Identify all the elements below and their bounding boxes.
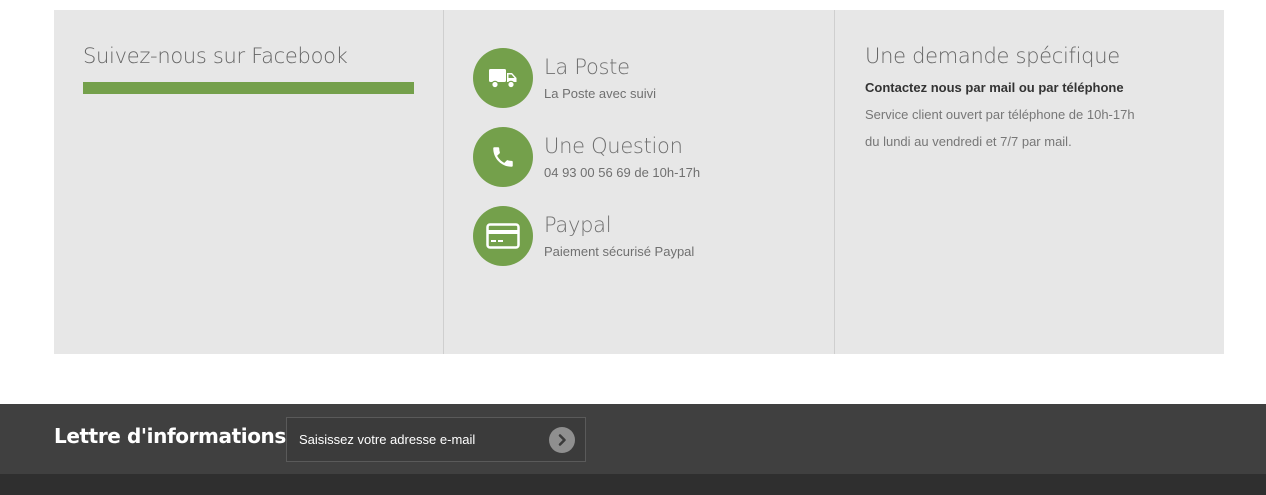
footer-info-panel: Suivez-nous sur Facebook La Poste La Pos… — [54, 10, 1224, 354]
specific-request-title: Une demande spécifique — [865, 44, 1120, 68]
bottom-footer-strip — [0, 474, 1266, 495]
service-hours-text: Service client ouvert par téléphone de 1… — [865, 107, 1135, 122]
feature-question: Une Question 04 93 00 56 69 de 10h-17h — [473, 127, 813, 189]
newsletter-bar: Lettre d'informations — [0, 404, 1266, 474]
truck-icon — [473, 48, 533, 108]
feature-shipping: La Poste La Poste avec suivi — [473, 48, 813, 110]
newsletter-email-input[interactable] — [287, 418, 542, 461]
feature-title: La Poste — [544, 55, 630, 79]
feature-subtitle: 04 93 00 56 69 de 10h-17h — [544, 165, 701, 180]
phone-icon — [473, 127, 533, 187]
feature-paypal: Paypal Paiement sécurisé Paypal — [473, 206, 813, 268]
facebook-column: Suivez-nous sur Facebook — [54, 10, 443, 354]
newsletter-title: Lettre d'informations — [54, 424, 286, 448]
service-days-text: du lundi au vendredi et 7/7 par mail. — [865, 134, 1072, 149]
specific-request-column: Une demande spécifique Contactez nous pa… — [834, 10, 1224, 354]
facebook-widget-bar[interactable] — [83, 82, 414, 94]
newsletter-submit-button[interactable] — [549, 427, 575, 453]
feature-title: Paypal — [544, 213, 612, 237]
features-column: La Poste La Poste avec suivi Une Questio… — [443, 10, 834, 354]
contact-heading: Contactez nous par mail ou par téléphone — [865, 80, 1124, 95]
feature-subtitle: La Poste avec suivi — [544, 86, 657, 101]
feature-subtitle: Paiement sécurisé Paypal — [544, 244, 695, 259]
credit-card-icon — [473, 206, 533, 266]
arrow-right-icon — [558, 434, 566, 446]
facebook-title: Suivez-nous sur Facebook — [83, 44, 348, 68]
feature-title: Une Question — [544, 134, 683, 158]
newsletter-form — [286, 417, 586, 462]
